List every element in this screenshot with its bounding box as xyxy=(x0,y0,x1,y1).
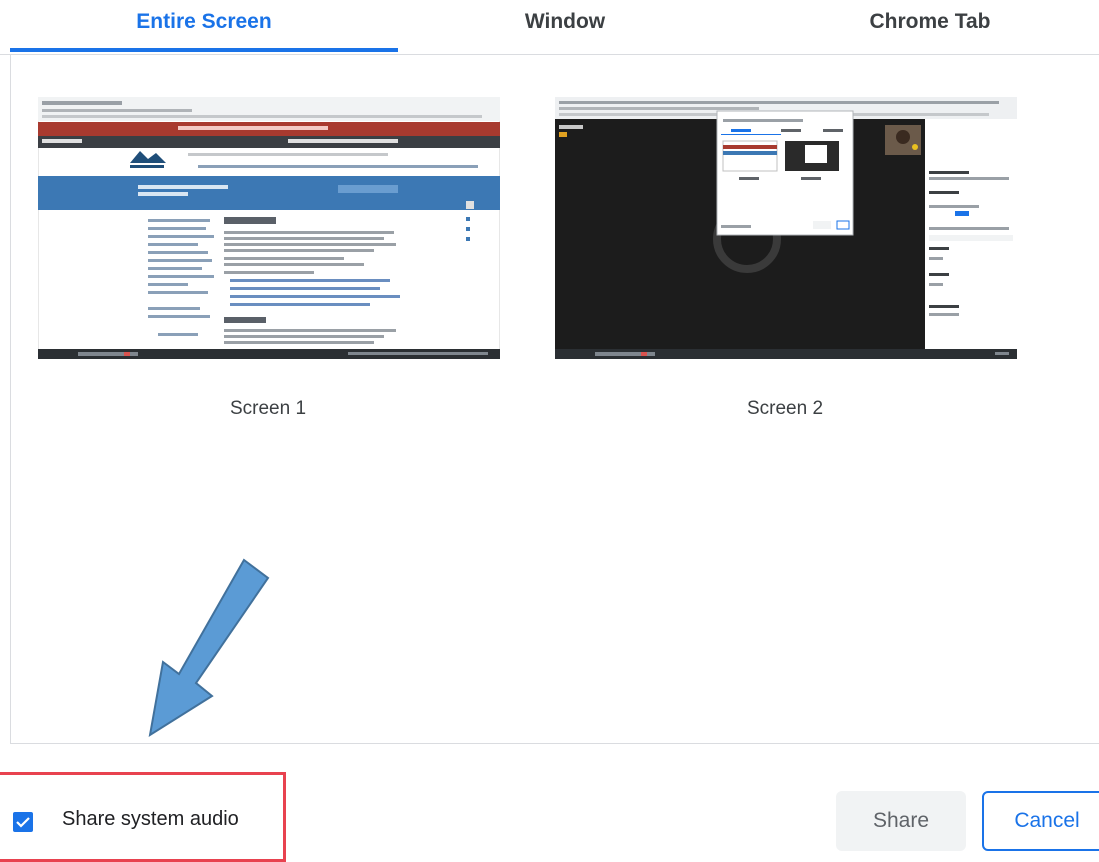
screen-1-label: Screen 1 xyxy=(229,398,307,419)
tab-chrome-tab[interactable]: Chrome Tab xyxy=(760,0,1099,52)
screen-1-preview xyxy=(37,96,501,360)
tab-entire-screen[interactable]: Entire Screen xyxy=(10,0,398,52)
screen-2-label: Screen 2 xyxy=(746,398,824,419)
checkmark-icon xyxy=(16,817,30,828)
screen-1-thumbnail[interactable] xyxy=(37,96,501,364)
tab-window[interactable]: Window xyxy=(410,0,720,52)
screen-2-thumbnail[interactable] xyxy=(555,97,1017,364)
share-audio-checkbox[interactable] xyxy=(13,812,33,832)
annotation-arrow-icon xyxy=(148,558,270,738)
cancel-button[interactable]: Cancel xyxy=(982,791,1099,851)
active-tab-indicator xyxy=(10,48,398,52)
source-tabs: Entire Screen Window Chrome Tab xyxy=(0,0,1099,55)
share-button[interactable]: Share xyxy=(836,791,966,851)
screen-2-preview xyxy=(555,97,1017,359)
share-audio-label[interactable]: Share system audio xyxy=(62,808,239,831)
